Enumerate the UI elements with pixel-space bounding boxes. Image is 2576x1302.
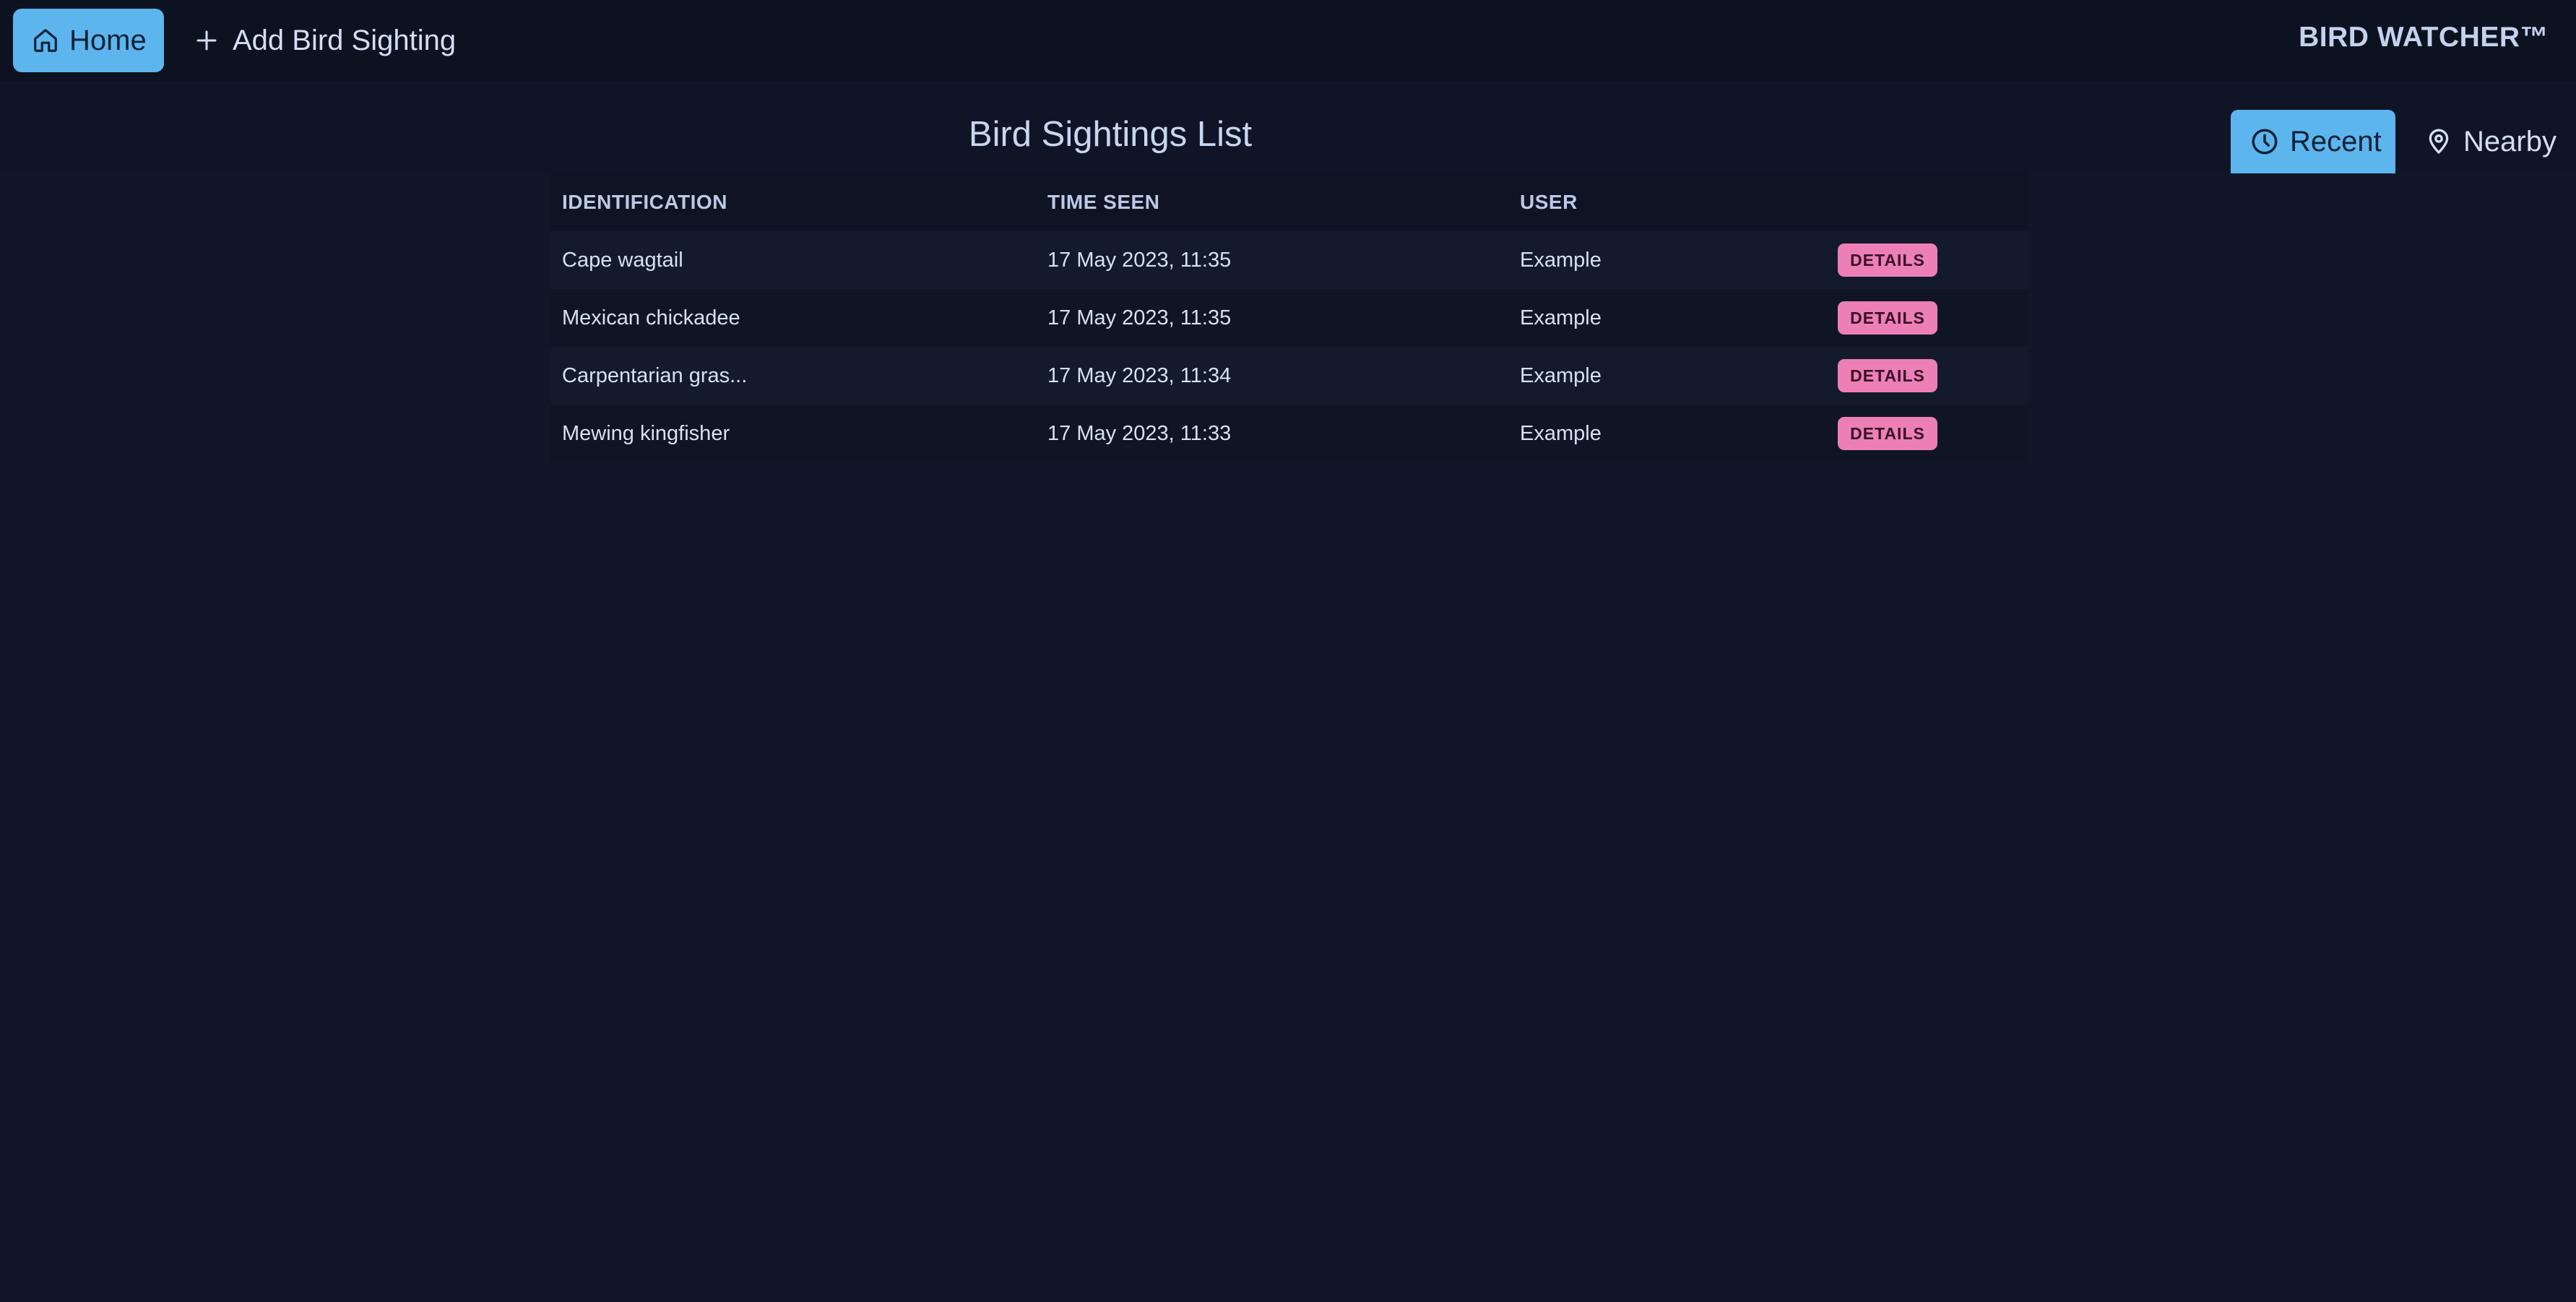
table-row: Mexican chickadee 17 May 2023, 11:35 Exa…	[550, 289, 2028, 347]
tab-recent-label: Recent	[2290, 125, 2382, 158]
column-header-time-seen: TIME SEEN	[1047, 191, 1160, 213]
time-seen-cell: 17 May 2023, 11:33	[1047, 422, 1232, 445]
bird-sightings-table: IDENTIFICATION TIME SEEN USER Cape wagta…	[550, 173, 2028, 462]
user-cell: Example	[1520, 249, 1602, 272]
page-title: Bird Sightings List	[968, 115, 1253, 154]
add-bird-sighting-button[interactable]: Add Bird Sighting	[194, 9, 456, 72]
brand-logo-text: BIRD WATCHER™	[2299, 22, 2549, 53]
map-pin-icon	[2424, 127, 2453, 156]
table-row: Cape wagtail 17 May 2023, 11:35 Example …	[550, 231, 2028, 289]
tab-nearby-label: Nearby	[2463, 125, 2556, 158]
table-row: Mewing kingfisher 17 May 2023, 11:33 Exa…	[550, 405, 2028, 462]
user-cell: Example	[1520, 364, 1602, 387]
time-seen-cell: 17 May 2023, 11:35	[1047, 306, 1232, 329]
home-button[interactable]: Home	[13, 9, 164, 72]
details-button[interactable]: DETAILS	[1838, 359, 1937, 392]
add-bird-sighting-label: Add Bird Sighting	[233, 24, 457, 56]
top-navigation-bar: Home Add Bird Sighting BIRD WATCHER™	[0, 0, 2576, 81]
details-button[interactable]: DETAILS	[1838, 301, 1937, 335]
column-header-identification: IDENTIFICATION	[562, 191, 727, 213]
tab-recent[interactable]: Recent	[2231, 110, 2395, 173]
identification-cell: Mewing kingfisher	[562, 422, 730, 445]
plus-icon	[194, 27, 220, 53]
identification-cell: Carpentarian gras...	[562, 364, 748, 387]
user-cell: Example	[1520, 422, 1602, 445]
table-header-row: IDENTIFICATION TIME SEEN USER	[550, 173, 2028, 231]
home-icon	[32, 27, 59, 54]
home-button-label: Home	[69, 24, 147, 56]
details-button[interactable]: DETAILS	[1838, 417, 1937, 450]
column-header-user: USER	[1520, 191, 1578, 213]
table-row: Carpentarian gras... 17 May 2023, 11:34 …	[550, 347, 2028, 405]
identification-cell: Cape wagtail	[562, 249, 683, 272]
time-seen-cell: 17 May 2023, 11:34	[1047, 364, 1232, 387]
details-button[interactable]: DETAILS	[1838, 243, 1937, 277]
time-seen-cell: 17 May 2023, 11:35	[1047, 249, 1232, 272]
identification-cell: Mexican chickadee	[562, 306, 740, 329]
clock-icon	[2249, 126, 2280, 157]
user-cell: Example	[1520, 306, 1602, 329]
tab-nearby[interactable]: Nearby	[2424, 110, 2556, 173]
